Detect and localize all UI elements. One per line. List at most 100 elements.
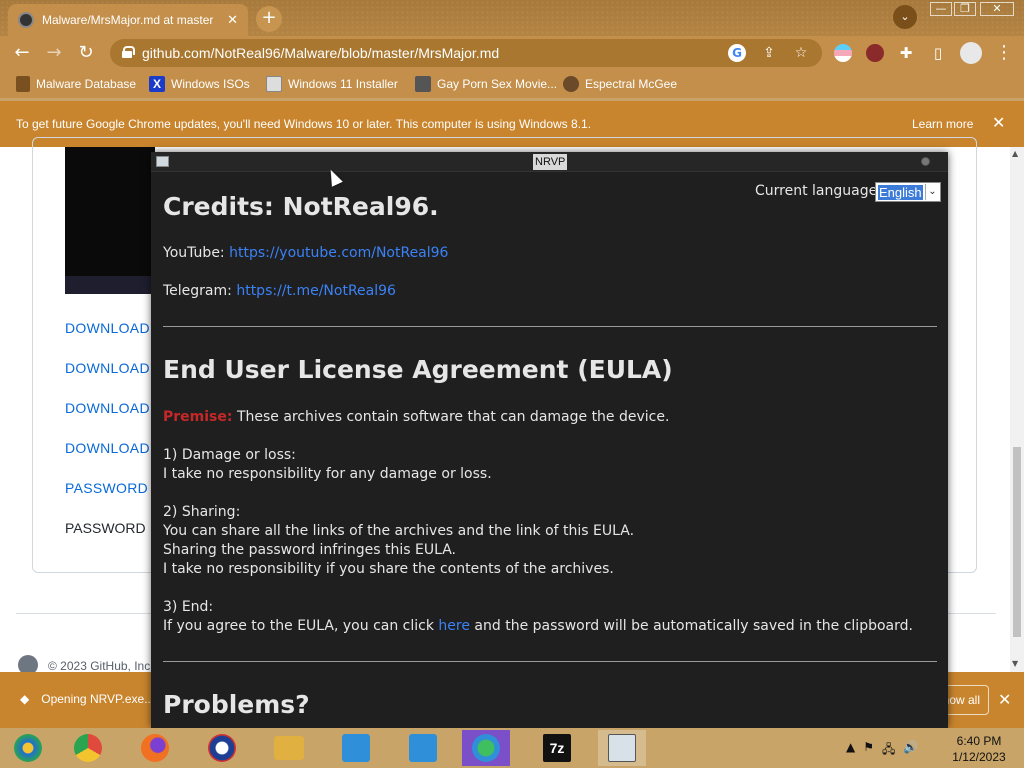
extension-avatar-icon[interactable] xyxy=(866,44,884,62)
scroll-thumb[interactable] xyxy=(1013,447,1021,637)
video-preview[interactable] xyxy=(65,147,155,294)
site-icon xyxy=(415,76,431,92)
chrome-menu-icon[interactable]: ⋮ xyxy=(992,41,1016,65)
download-link[interactable]: DOWNLOAD xyxy=(65,400,150,416)
taskbar-file-explorer[interactable] xyxy=(265,730,313,766)
maximize-button[interactable]: ❐ xyxy=(954,2,976,16)
scroll-down-icon[interactable]: ▼ xyxy=(1012,659,1018,668)
network-setup-2-icon xyxy=(409,734,437,762)
users-icon xyxy=(472,734,500,762)
network-icon[interactable]: 🖧 xyxy=(882,740,895,761)
minimize-button[interactable]: — xyxy=(930,2,952,16)
section-2-line-3: I take no responsibility if you share th… xyxy=(163,561,614,577)
lock-icon[interactable] xyxy=(122,46,135,58)
obama-icon xyxy=(208,734,236,762)
bookmarks-bar: Malware Database X Windows ISOs Windows … xyxy=(0,70,1024,98)
window-system-icon[interactable] xyxy=(156,156,169,167)
footer-copyright: © 2023 GitHub, Inc. xyxy=(48,659,154,673)
download-link[interactable]: DOWNLOAD xyxy=(65,360,150,376)
telegram-line: Telegram: https://t.me/NotReal96 xyxy=(163,283,396,299)
language-label: Current language: xyxy=(755,183,882,199)
chevron-down-icon[interactable]: ⌄ xyxy=(925,184,939,200)
divider xyxy=(163,661,937,662)
download-item[interactable]: ◆ Opening NRVP.exe... xyxy=(20,692,154,706)
taskbar-chrome[interactable] xyxy=(64,730,112,766)
bookmark-site[interactable]: Gay Porn Sex Movie... xyxy=(415,76,557,92)
dialog-title: NRVP xyxy=(533,154,568,170)
taskbar-users[interactable] xyxy=(462,730,510,766)
close-window-button[interactable]: ✕ xyxy=(980,2,1014,16)
download-bar-close-icon[interactable]: ✕ xyxy=(998,690,1011,709)
download-link[interactable]: DOWNLOAD xyxy=(65,320,150,336)
x-icon: X xyxy=(149,76,165,92)
profile-icon[interactable] xyxy=(960,42,982,64)
tab-close-icon[interactable]: ✕ xyxy=(227,13,238,28)
action-center-flag-icon[interactable]: ⚑ xyxy=(863,740,874,761)
side-panel-icon[interactable]: ▯ xyxy=(926,41,950,65)
premise-label: Premise: xyxy=(163,409,233,425)
network-setup-icon xyxy=(342,734,370,762)
infobar-close-icon[interactable]: ✕ xyxy=(992,113,1005,132)
taskbar-app-4[interactable] xyxy=(198,730,246,766)
new-tab-button[interactable]: + xyxy=(256,6,282,32)
download-file-icon: ◆ xyxy=(20,692,30,706)
section-2-line-1: You can share all the links of the archi… xyxy=(163,523,635,539)
bookmark-windows-11-installer[interactable]: Windows 11 Installer xyxy=(266,76,398,92)
taskbar-network-setup[interactable] xyxy=(332,730,380,766)
section-3-title: 3) End: xyxy=(163,599,214,615)
premise-text: These archives contain software that can… xyxy=(236,409,670,425)
problems-heading: Problems? xyxy=(163,690,310,719)
language-select[interactable]: English ⌄ xyxy=(875,182,941,202)
download-filename: Opening NRVP.exe... xyxy=(41,692,155,706)
taskbar-nrvp[interactable] xyxy=(598,730,646,766)
scroll-up-icon[interactable]: ▲ xyxy=(1012,149,1018,158)
bookmark-windows-isos[interactable]: X Windows ISOs xyxy=(149,76,250,92)
learn-more-link[interactable]: Learn more xyxy=(912,117,973,131)
tab-search-icon[interactable]: ⌄ xyxy=(893,5,917,29)
url-text[interactable]: github.com/NotReal96/Malware/blob/master… xyxy=(142,45,499,61)
section-3-pre: If you agree to the EULA, you can click xyxy=(163,618,434,634)
taskbar-firefox[interactable] xyxy=(131,730,179,766)
bookmark-label: Windows 11 Installer xyxy=(288,77,398,91)
section-3-post: and the password will be automatically s… xyxy=(474,618,913,634)
download-link[interactable]: DOWNLOAD xyxy=(65,440,150,456)
password-link[interactable]: PASSWORD xyxy=(65,480,148,496)
page-scrollbar[interactable]: ▲ ▼ xyxy=(1010,147,1024,672)
show-hidden-icons-icon[interactable]: ▲ xyxy=(846,740,855,761)
back-icon[interactable]: ← xyxy=(10,41,34,65)
dialog-close-button[interactable] xyxy=(921,157,930,166)
credits-heading: Credits: NotReal96. xyxy=(163,192,439,221)
system-clock[interactable]: 6:40 PM 1/12/2023 xyxy=(950,733,1008,765)
language-value: English xyxy=(878,185,923,200)
reload-icon[interactable]: ↻ xyxy=(74,41,98,65)
taskbar-7zip[interactable]: 7z xyxy=(533,730,581,766)
active-tab[interactable]: Malware/MrsMajor.md at master ✕ xyxy=(8,4,248,36)
youtube-link[interactable]: https://youtube.com/NotReal96 xyxy=(229,245,448,261)
dialog-titlebar[interactable]: NRVP xyxy=(151,152,948,172)
agree-here-link[interactable]: here xyxy=(438,618,470,634)
section-2-title: 2) Sharing: xyxy=(163,504,241,520)
share-icon[interactable]: ⇪ xyxy=(760,44,778,62)
clock-time: 6:40 PM xyxy=(956,734,1002,748)
bookmark-espectral-mcgee[interactable]: Espectral McGee xyxy=(563,76,677,92)
page-icon xyxy=(266,76,282,92)
windows-taskbar: 7z ▲ ⚑ 🖧 🔊 6:40 PM 1/12/2023 xyxy=(0,728,1024,768)
telegram-link[interactable]: https://t.me/NotReal96 xyxy=(236,283,396,299)
bookmark-star-icon[interactable]: ☆ xyxy=(792,44,810,62)
forward-icon[interactable]: → xyxy=(42,41,66,65)
bookmark-malware-database[interactable]: Malware Database xyxy=(16,76,136,92)
extension-flag-icon[interactable] xyxy=(834,44,852,62)
extensions-puzzle-icon[interactable]: ✚ xyxy=(894,41,918,65)
volume-icon[interactable]: 🔊 xyxy=(903,740,918,761)
avatar-icon xyxy=(563,76,579,92)
firefox-icon xyxy=(141,734,169,762)
bookmark-label: Malware Database xyxy=(36,77,137,91)
google-lens-icon[interactable]: G xyxy=(728,44,746,62)
clock-date: 1/12/2023 xyxy=(952,750,1006,764)
section-1-title: 1) Damage or loss: xyxy=(163,447,296,463)
start-button[interactable] xyxy=(4,730,52,766)
taskbar-network-setup-2[interactable] xyxy=(399,730,447,766)
address-bar[interactable]: github.com/NotReal96/Malware/blob/master… xyxy=(110,39,822,67)
password-text: PASSWORD xyxy=(65,520,146,536)
bookmark-label: Espectral McGee xyxy=(585,77,678,91)
